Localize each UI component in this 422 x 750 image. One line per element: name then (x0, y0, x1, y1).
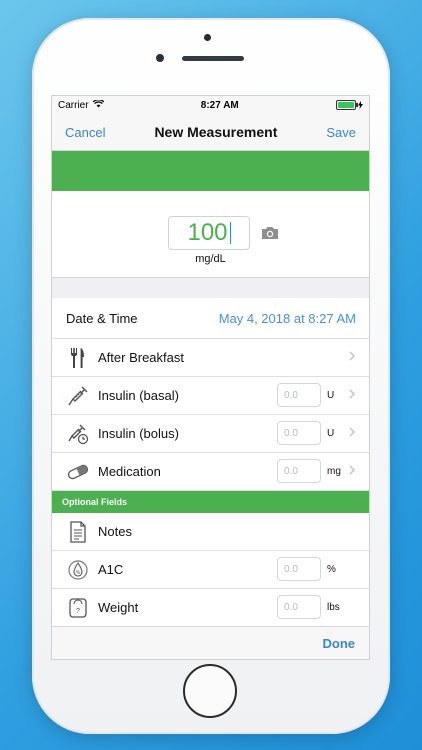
insulin-bolus-placeholder: 0.0 (284, 427, 298, 439)
insulin-bolus-label: Insulin (bolus) (98, 426, 179, 441)
insulin-basal-placeholder: 0.0 (284, 389, 298, 401)
proximity-sensor (204, 34, 211, 41)
measurement-panel: 100 mg/dL (52, 191, 369, 278)
charging-bolt-icon (357, 101, 363, 109)
chevron-right-icon (349, 465, 356, 475)
keyboard-toolbar: Done (52, 626, 369, 659)
date-time-value[interactable]: May 4, 2018 at 8:27 AM (219, 311, 356, 326)
cancel-button[interactable]: Cancel (65, 125, 105, 140)
weight-placeholder: 0.0 (284, 601, 298, 613)
date-time-row[interactable]: Date & Time May 4, 2018 at 8:27 AM (52, 298, 369, 339)
a1c-label: A1C (98, 562, 124, 577)
optional-fields-header: Optional Fields (52, 491, 369, 513)
notes-row[interactable]: Notes (52, 513, 369, 551)
glucose-value: 100 (187, 219, 228, 246)
medication-label: Medication (98, 464, 161, 479)
page-title: New Measurement (154, 124, 278, 140)
medication-placeholder: 0.0 (284, 465, 298, 477)
insulin-basal-label: Insulin (basal) (98, 388, 179, 403)
front-camera (156, 54, 164, 62)
medication-unit: mg (327, 466, 341, 477)
wifi-icon (92, 98, 104, 111)
save-button[interactable]: Save (326, 125, 356, 140)
battery-icon (335, 100, 363, 110)
navigation-bar: Cancel New Measurement Save (52, 114, 369, 151)
chevron-right-icon (349, 427, 356, 437)
camera-icon[interactable] (261, 226, 279, 245)
meal-row[interactable]: After Breakfast (52, 339, 369, 377)
text-caret (229, 222, 231, 244)
insulin-basal-unit: U (327, 390, 335, 401)
weight-row[interactable]: ? Weight 0.0 lbs (52, 589, 369, 627)
a1c-unit: % (327, 564, 336, 575)
insulin-bolus-row[interactable]: Insulin (bolus) 0.0 U (52, 415, 369, 453)
drop-percent-icon: % (66, 558, 90, 582)
medication-row[interactable]: Medication 0.0 mg (52, 453, 369, 491)
status-color-band (52, 151, 369, 191)
a1c-row[interactable]: % A1C 0.0 % (52, 551, 369, 589)
weight-label: Weight (98, 600, 139, 615)
pill-icon (66, 460, 90, 484)
chevron-right-icon (349, 389, 356, 399)
svg-text:?: ? (76, 608, 80, 615)
insulin-bolus-input[interactable]: 0.0 (277, 421, 321, 445)
notes-label: Notes (98, 524, 132, 539)
section-gap (52, 278, 369, 298)
done-button[interactable]: Done (323, 636, 356, 651)
medication-input[interactable]: 0.0 (277, 459, 321, 483)
svg-text:%: % (76, 570, 81, 576)
fork-knife-icon (66, 346, 90, 370)
syringe-icon (66, 384, 90, 408)
insulin-basal-row[interactable]: Insulin (basal) 0.0 U (52, 377, 369, 415)
home-button[interactable] (183, 664, 237, 718)
insulin-basal-input[interactable]: 0.0 (277, 383, 321, 407)
a1c-placeholder: 0.0 (284, 563, 298, 575)
weight-input[interactable]: 0.0 (277, 595, 321, 619)
insulin-bolus-unit: U (327, 428, 335, 439)
syringe-clock-icon (66, 422, 90, 446)
a1c-input[interactable]: 0.0 (277, 557, 321, 581)
notes-icon (66, 520, 90, 544)
chevron-right-icon (349, 351, 356, 361)
earpiece-speaker (182, 56, 244, 61)
measurement-details-list: Date & Time May 4, 2018 at 8:27 AM After… (52, 298, 369, 491)
app-screen: Carrier 8:27 AM Cancel New Measurement S… (51, 95, 370, 660)
optional-fields-list: Notes % A1C 0.0 % ? Weight 0.0 lbs (52, 513, 369, 627)
glucose-unit: mg/dL (195, 253, 226, 265)
scale-icon: ? (66, 596, 90, 620)
carrier-label: Carrier (58, 99, 89, 111)
status-time: 8:27 AM (200, 99, 239, 111)
date-time-label: Date & Time (66, 310, 138, 326)
glucose-value-input[interactable]: 100 (168, 216, 250, 250)
meal-label: After Breakfast (98, 350, 184, 365)
status-bar: Carrier 8:27 AM (52, 96, 369, 114)
weight-unit: lbs (327, 602, 340, 613)
